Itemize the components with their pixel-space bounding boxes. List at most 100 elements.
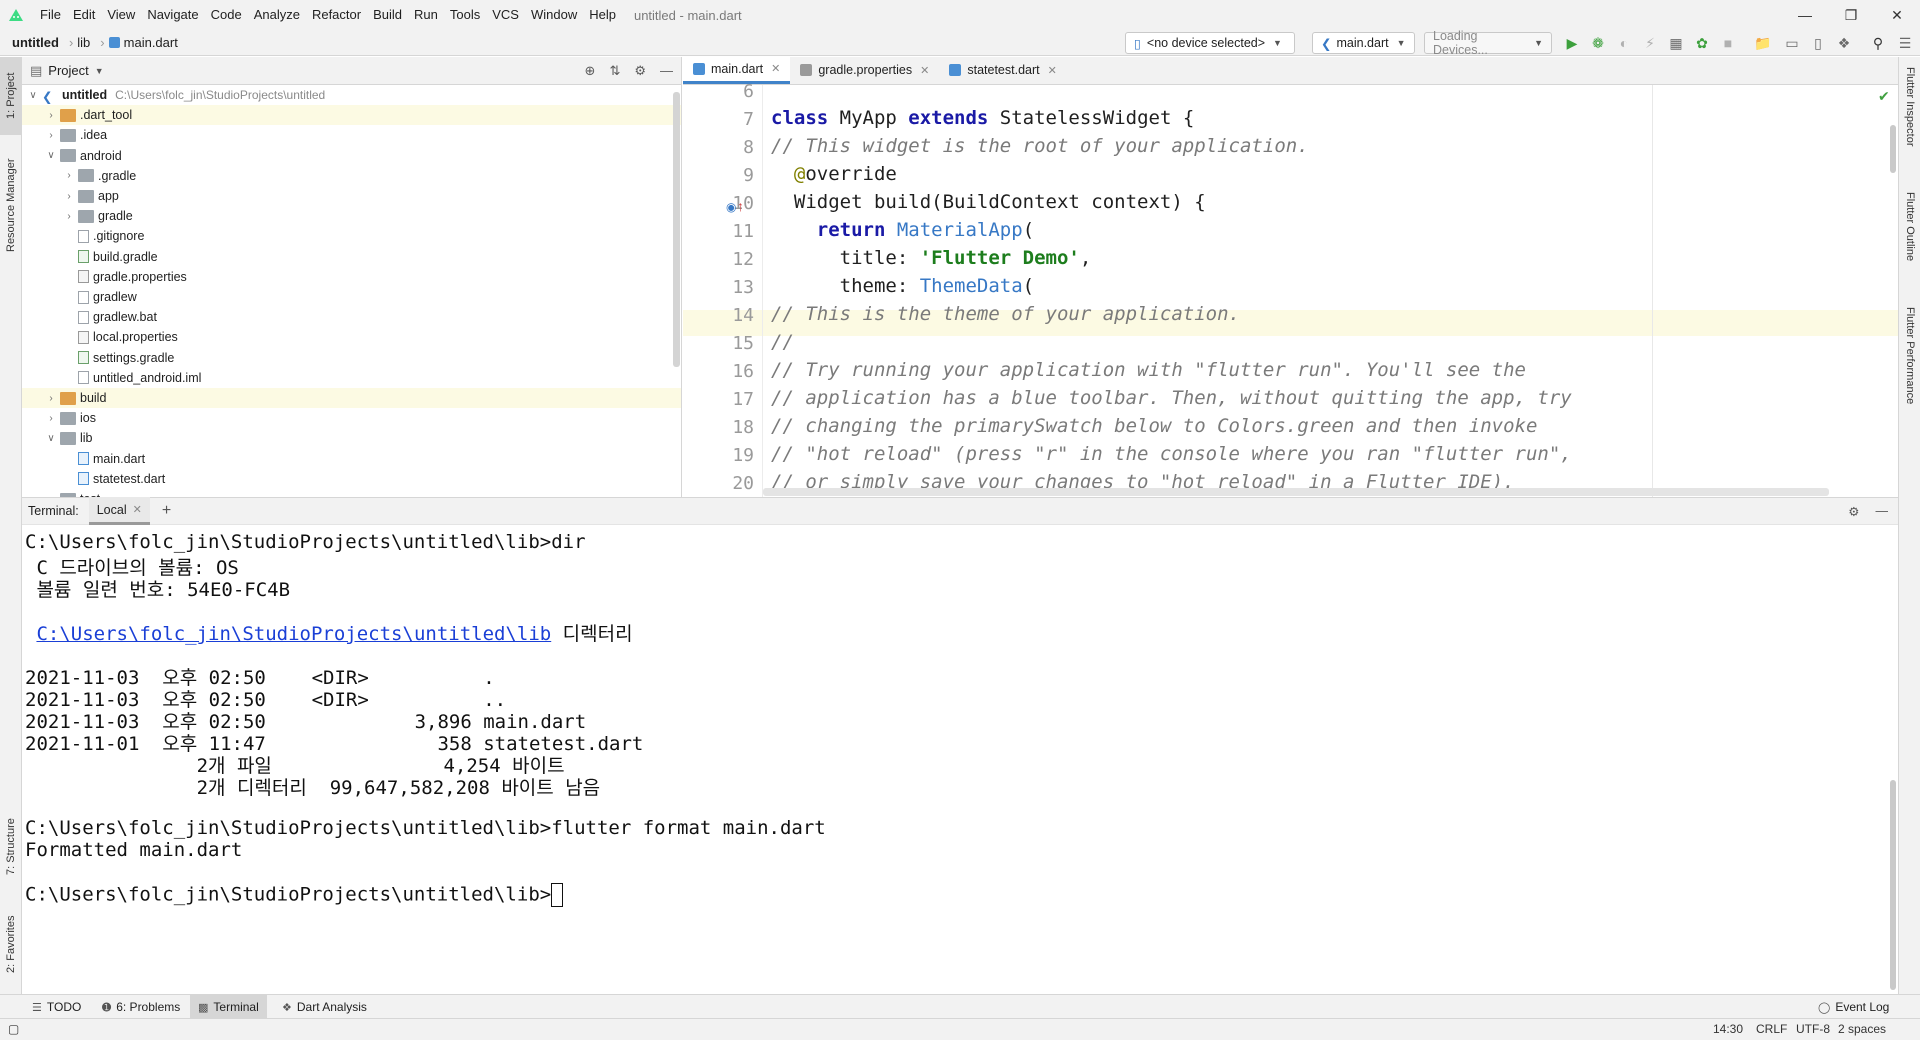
- minimize-icon[interactable]: —: [1782, 0, 1828, 30]
- search-icon[interactable]: ⚲: [1870, 35, 1886, 51]
- editor-vertical-scrollbar[interactable]: [1890, 125, 1896, 173]
- editor-horizontal-scrollbar[interactable]: [763, 488, 1829, 496]
- close-icon[interactable]: ✕: [1874, 0, 1920, 30]
- tree-item-main-dart[interactable]: main.dart: [22, 449, 681, 469]
- debug-icon[interactable]: ❁: [1590, 35, 1606, 51]
- hide-icon[interactable]: —: [1876, 504, 1889, 519]
- terminal-tab-local[interactable]: Local ✕: [88, 497, 150, 525]
- resource-manager-tab[interactable]: Resource Manager: [0, 145, 22, 265]
- tree-item-settings-gradle[interactable]: settings.gradle: [22, 348, 681, 368]
- indent-setting[interactable]: 2 spaces: [1838, 1022, 1886, 1036]
- tree-item-gradlew[interactable]: gradlew: [22, 287, 681, 307]
- chevron-right-icon[interactable]: ›: [44, 110, 58, 121]
- coverage-icon[interactable]: ◐: [1616, 35, 1632, 51]
- device-manager-icon[interactable]: ▯: [1810, 35, 1826, 51]
- tree-item-gradlew-bat[interactable]: gradlew.bat: [22, 307, 681, 327]
- menu-help[interactable]: Help: [583, 0, 622, 30]
- menu-analyze[interactable]: Analyze: [248, 0, 306, 30]
- close-icon[interactable]: ✕: [771, 62, 780, 75]
- chevron-down-icon[interactable]: ∨: [26, 90, 40, 101]
- override-gutter-icon[interactable]: ◉: [726, 200, 736, 214]
- tree-item-gradle[interactable]: › .gradle: [22, 166, 681, 186]
- menu-run[interactable]: Run: [408, 0, 444, 30]
- terminal-scrollbar[interactable]: [1890, 780, 1896, 990]
- close-icon[interactable]: ✕: [133, 503, 142, 516]
- tree-item-gitignore[interactable]: .gitignore: [22, 226, 681, 246]
- tree-item-ios[interactable]: › ios: [22, 408, 681, 428]
- menu-build[interactable]: Build: [367, 0, 408, 30]
- loading-devices-selector[interactable]: Loading Devices... ▼: [1424, 29, 1552, 57]
- locate-icon[interactable]: ⊕: [585, 63, 596, 79]
- run-config-selector[interactable]: ❮ main.dart ▼: [1312, 32, 1415, 54]
- caret-position[interactable]: 14:30: [1713, 1022, 1743, 1036]
- chevron-right-icon[interactable]: ›: [44, 393, 58, 404]
- new-terminal-icon[interactable]: +: [162, 502, 171, 520]
- tree-item-untitled[interactable]: ∨ ❮ untitled C:\Users\folc_jin\StudioProjec…: [22, 85, 681, 105]
- tree-item-dart-tool[interactable]: › .dart_tool: [22, 105, 681, 126]
- menu-window[interactable]: Window: [525, 0, 583, 30]
- sdk-manager-icon[interactable]: ❖: [1836, 35, 1852, 51]
- breadcrumb-lib[interactable]: lib: [77, 35, 90, 50]
- menu-code[interactable]: Code: [205, 0, 248, 30]
- tab-main-dart[interactable]: main.dart ✕: [683, 56, 791, 84]
- menu-tools[interactable]: Tools: [444, 0, 486, 30]
- chevron-down-icon[interactable]: ▼: [95, 66, 104, 76]
- tab-gradle-properties[interactable]: gradle.properties ✕: [790, 56, 939, 84]
- tree-item-statetest-dart[interactable]: statetest.dart: [22, 469, 681, 489]
- stop-icon[interactable]: ■: [1720, 35, 1736, 51]
- project-structure-icon[interactable]: 📁: [1754, 35, 1771, 51]
- menu-refactor[interactable]: Refactor: [306, 0, 367, 30]
- collapse-all-icon[interactable]: ⇅: [609, 63, 620, 79]
- tree-item-idea[interactable]: › .idea: [22, 125, 681, 145]
- breadcrumb-project[interactable]: untitled: [12, 35, 59, 50]
- tree-item-app[interactable]: › app: [22, 186, 681, 206]
- breadcrumb-file[interactable]: main.dart: [124, 35, 178, 50]
- favorites-tab[interactable]: 2: Favorites: [0, 902, 22, 987]
- menu-vcs[interactable]: VCS: [486, 0, 525, 30]
- avd-manager-icon[interactable]: ▭: [1784, 35, 1800, 51]
- maximize-icon[interactable]: ❐: [1828, 0, 1874, 30]
- dart-analysis-tool-button[interactable]: ❖ Dart Analysis: [274, 995, 375, 1019]
- todo-tool-button[interactable]: ☰ TODO: [24, 995, 89, 1019]
- gear-icon[interactable]: ⚙: [1848, 504, 1859, 519]
- problems-tool-button[interactable]: ➊ 6: Problems: [94, 995, 188, 1019]
- project-tool-tab[interactable]: 1: Project: [0, 57, 22, 135]
- tree-item-gradle-properties[interactable]: gradle.properties: [22, 267, 681, 287]
- close-icon[interactable]: ✕: [920, 64, 929, 77]
- attach-debugger-icon[interactable]: ✿: [1694, 35, 1710, 51]
- tree-item-build[interactable]: › build: [22, 388, 681, 408]
- directory-link[interactable]: C:\Users\folc_jin\StudioProjects\untitle…: [36, 623, 551, 645]
- chevron-right-icon[interactable]: ›: [62, 211, 76, 222]
- settings-icon[interactable]: ☰: [1897, 35, 1913, 51]
- tree-item-android[interactable]: ∨ android: [22, 146, 681, 166]
- hide-icon[interactable]: —: [660, 63, 673, 79]
- flutter-inspector-tab[interactable]: Flutter Inspector: [1899, 67, 1920, 177]
- close-icon[interactable]: ✕: [1048, 64, 1057, 77]
- tree-item-test[interactable]: ›test: [22, 489, 681, 497]
- device-selector[interactable]: ▯ <no device selected> ▼: [1125, 32, 1295, 54]
- event-log-tool-button[interactable]: ◯ Event Log: [1810, 995, 1897, 1019]
- chevron-right-icon[interactable]: ›: [62, 191, 76, 202]
- tree-item-local-properties[interactable]: local.properties: [22, 327, 681, 347]
- flutter-outline-tab[interactable]: Flutter Outline: [1899, 192, 1920, 292]
- tab-statetest-dart[interactable]: statetest.dart ✕: [939, 56, 1066, 84]
- chevron-right-icon[interactable]: ›: [44, 130, 58, 141]
- flutter-performance-tab[interactable]: Flutter Performance: [1899, 307, 1920, 437]
- chevron-down-icon[interactable]: ∨: [44, 150, 58, 161]
- chevron-down-icon[interactable]: ∨: [44, 433, 58, 444]
- run-icon[interactable]: ▶: [1564, 35, 1580, 51]
- chevron-right-icon[interactable]: ›: [44, 413, 58, 424]
- hot-reload-icon[interactable]: ⚡: [1642, 35, 1658, 51]
- menu-file[interactable]: File: [34, 0, 67, 30]
- tree-item-untitled-android-iml[interactable]: untitled_android.iml: [22, 368, 681, 388]
- code-editor[interactable]: class MyApp extends StatelessWidget {// …: [763, 85, 1898, 497]
- tree-item-build-gradle[interactable]: build.gradle: [22, 247, 681, 267]
- terminal-output[interactable]: C:\Users\folc_jin\StudioProjects\untitle…: [22, 525, 1898, 994]
- project-view-selector[interactable]: Project: [48, 63, 88, 78]
- file-encoding[interactable]: UTF-8: [1796, 1022, 1830, 1036]
- menu-view[interactable]: View: [101, 0, 141, 30]
- line-separator[interactable]: CRLF: [1756, 1022, 1787, 1036]
- tree-item-lib[interactable]: ∨ lib: [22, 428, 681, 448]
- project-scrollbar[interactable]: [673, 92, 680, 367]
- apply-changes-icon[interactable]: ▦: [1668, 35, 1684, 51]
